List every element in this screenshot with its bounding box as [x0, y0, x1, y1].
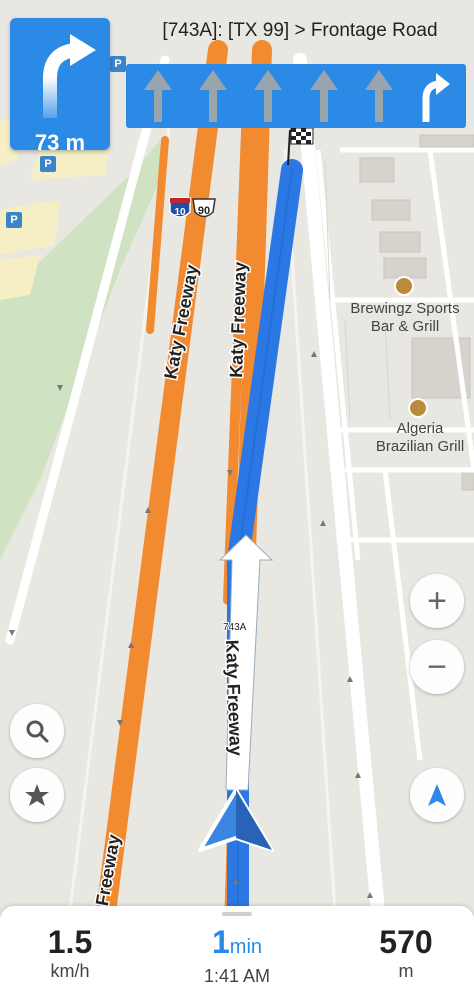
- svg-text:90: 90: [198, 205, 210, 217]
- straight-arrow-icon: [298, 68, 350, 124]
- right-turn-arrow-icon: [408, 68, 460, 124]
- time-unit: min: [229, 936, 263, 958]
- minus-icon: −: [427, 648, 447, 686]
- poi-label[interactable]: Algeria Brazilian Grill: [350, 420, 474, 456]
- time-value: 1: [211, 924, 230, 960]
- right-turn-icon: [43, 34, 96, 118]
- lane-guidance: [126, 64, 466, 128]
- trip-info-panel[interactable]: 1.5 km/h 1min 1:41 AM 570 m: [0, 906, 474, 989]
- road-label: Katy Freeway: [222, 639, 246, 756]
- star-icon: [25, 784, 49, 806]
- distance-value: 570: [379, 924, 433, 960]
- svg-text:10: 10: [174, 207, 186, 218]
- parking-icon: P: [6, 212, 22, 228]
- search-icon: [26, 720, 49, 743]
- straight-arrow-icon: [242, 68, 294, 124]
- favorites-button[interactable]: [10, 768, 64, 822]
- zoom-out-button[interactable]: −: [410, 640, 464, 694]
- speed-value: 1.5: [47, 924, 93, 960]
- turn-instruction-card[interactable]: 73 m: [10, 18, 110, 155]
- distance-unit: m: [398, 961, 414, 981]
- distance-stat: 570 m: [356, 924, 456, 982]
- straight-arrow-icon: [187, 68, 239, 124]
- search-button[interactable]: [10, 704, 64, 758]
- recenter-button[interactable]: [410, 768, 464, 822]
- zoom-in-button[interactable]: +: [410, 574, 464, 628]
- interstate-shield-icon: 10: [169, 197, 191, 218]
- next-street-name: [743A]: [TX 99] > Frontage Road: [162, 20, 438, 41]
- speed-unit: km/h: [50, 961, 90, 981]
- exit-label: 743A: [223, 622, 247, 633]
- navigation-arrow-icon: [428, 784, 446, 806]
- drag-handle[interactable]: [222, 912, 252, 916]
- plus-icon: +: [427, 582, 447, 620]
- parking-icon: P: [40, 156, 56, 172]
- poi-label[interactable]: Brewingz Sports Bar & Grill: [330, 300, 474, 336]
- road-label: Katy Freeway: [226, 261, 250, 378]
- arrival-time: 1:41 AM: [203, 966, 271, 986]
- restaurant-icon[interactable]: [408, 398, 428, 418]
- straight-arrow-icon: [353, 68, 405, 124]
- parking-icon: P: [110, 56, 126, 72]
- speed-stat: 1.5 km/h: [20, 924, 120, 982]
- time-stat: 1min 1:41 AM: [177, 924, 297, 987]
- turn-distance: 73 m: [34, 130, 86, 155]
- straight-arrow-icon: [132, 68, 184, 124]
- restaurant-icon[interactable]: [394, 276, 414, 296]
